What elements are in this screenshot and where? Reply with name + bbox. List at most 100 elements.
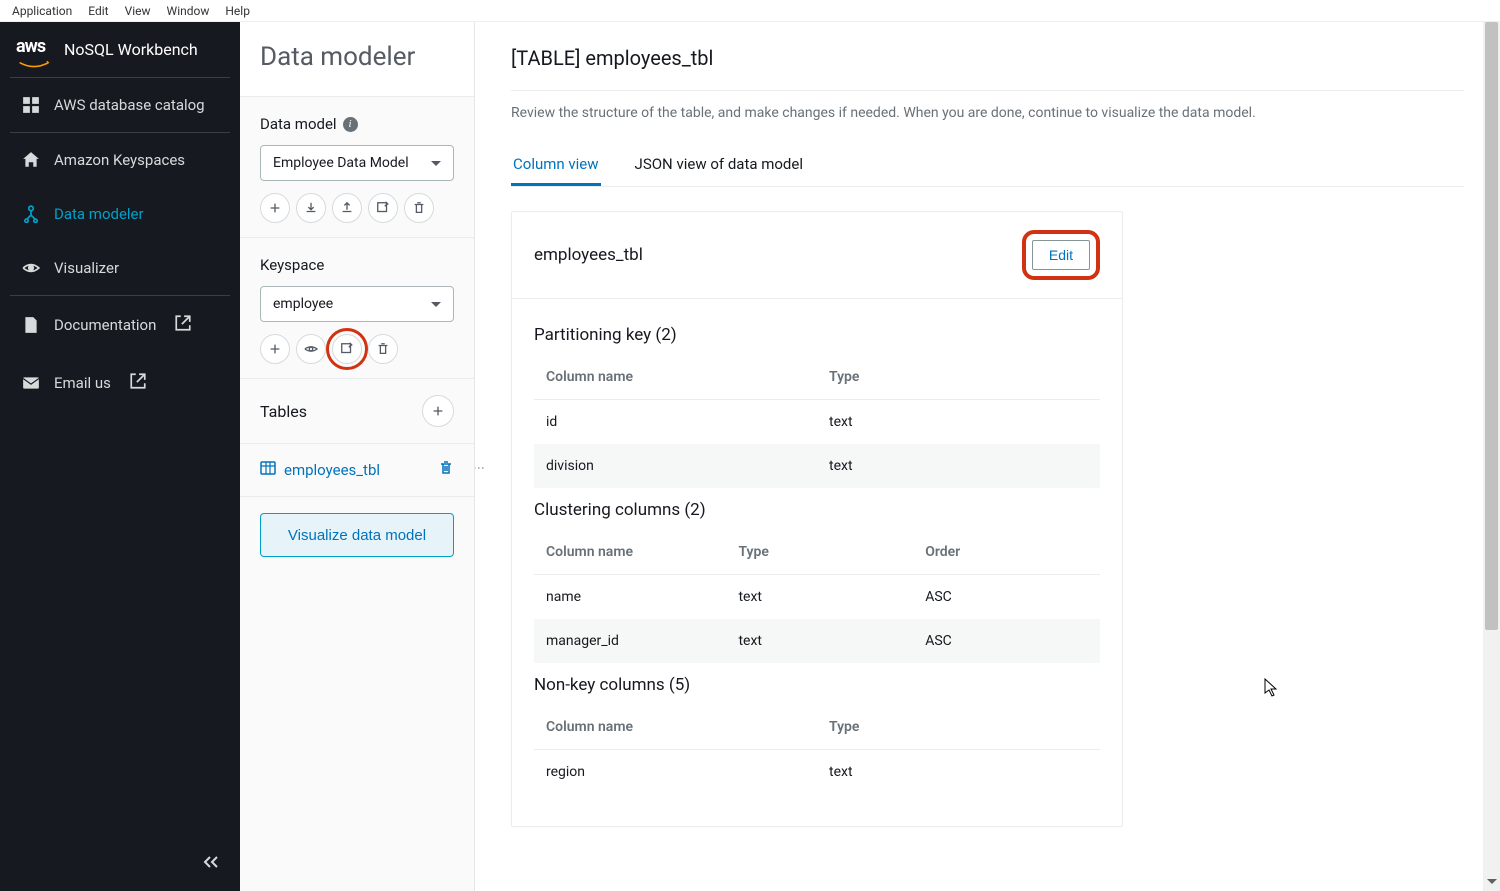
sidenav-item-label: Email us bbox=[54, 374, 111, 392]
scrollbar-thumb[interactable] bbox=[1485, 22, 1498, 630]
cell-order: ASC bbox=[913, 575, 1100, 620]
add-data-model-button[interactable] bbox=[260, 193, 290, 223]
keyspace-section: Keyspace employee bbox=[240, 238, 474, 379]
sidenav-header: aws NoSQL Workbench bbox=[0, 22, 240, 77]
menu-application[interactable]: Application bbox=[4, 4, 80, 18]
clustering-title: Clustering columns (2) bbox=[534, 500, 1100, 520]
delete-data-model-button[interactable] bbox=[404, 193, 434, 223]
external-link-icon bbox=[174, 314, 192, 336]
cell-type: text bbox=[817, 400, 1100, 445]
scrollbar[interactable] bbox=[1483, 22, 1500, 891]
import-data-model-button[interactable] bbox=[296, 193, 326, 223]
sidenav-item-visualizer[interactable]: Visualizer bbox=[0, 241, 240, 295]
cell-name: name bbox=[534, 575, 726, 620]
cell-name: division bbox=[534, 444, 817, 488]
sidenav-item-label: Documentation bbox=[54, 316, 156, 334]
table-row: id text bbox=[534, 400, 1100, 445]
keyspace-value: employee bbox=[273, 296, 333, 312]
sidenav-item-label: AWS database catalog bbox=[54, 96, 205, 114]
view-keyspace-button[interactable] bbox=[296, 334, 326, 364]
sidenav-item-documentation[interactable]: Documentation bbox=[0, 296, 240, 354]
table-row: region text bbox=[534, 750, 1100, 795]
add-keyspace-button[interactable] bbox=[260, 334, 290, 364]
delete-keyspace-button[interactable] bbox=[368, 334, 398, 364]
clustering-table: Column name Type Order name text ASC man… bbox=[534, 530, 1100, 663]
info-icon[interactable]: i bbox=[343, 117, 358, 132]
sidenav-item-label: Visualizer bbox=[54, 259, 119, 277]
th-type: Type bbox=[817, 355, 1100, 400]
mail-icon bbox=[22, 374, 40, 392]
delete-table-button[interactable] bbox=[438, 460, 454, 480]
cell-type: text bbox=[726, 619, 913, 663]
table-name: employees_tbl bbox=[284, 461, 380, 479]
cell-type: text bbox=[726, 575, 913, 620]
cell-name: manager_id bbox=[534, 619, 726, 663]
eye-icon bbox=[22, 259, 40, 277]
edit-table-button[interactable]: Edit bbox=[1032, 240, 1090, 270]
sidenav-item-keyspaces[interactable]: Amazon Keyspaces bbox=[0, 133, 240, 187]
aws-logo: aws bbox=[16, 36, 52, 63]
table-row: name text ASC bbox=[534, 575, 1100, 620]
data-model-label-text: Data model bbox=[260, 115, 337, 133]
table-item-employees[interactable]: employees_tbl bbox=[240, 444, 474, 497]
partition-table: Column name Type id text division text bbox=[534, 355, 1100, 488]
partition-title: Partitioning key (2) bbox=[534, 325, 1100, 345]
sidenav-item-email[interactable]: Email us bbox=[0, 354, 240, 412]
sidenav-item-catalog[interactable]: AWS database catalog bbox=[0, 78, 240, 132]
keyspace-label: Keyspace bbox=[260, 256, 454, 274]
aws-smile-icon bbox=[16, 57, 52, 63]
table-card: employees_tbl Edit Partitioning key (2) … bbox=[511, 211, 1123, 827]
cell-name: region bbox=[534, 750, 817, 795]
edit-data-model-button[interactable] bbox=[368, 193, 398, 223]
home-icon bbox=[22, 151, 40, 169]
menu-window[interactable]: Window bbox=[159, 4, 218, 18]
export-data-model-button[interactable] bbox=[332, 193, 362, 223]
data-model-select[interactable]: Employee Data Model bbox=[260, 145, 454, 181]
menu-help[interactable]: Help bbox=[217, 4, 258, 18]
aws-logo-text: aws bbox=[16, 36, 52, 57]
app-title: NoSQL Workbench bbox=[64, 40, 198, 59]
main-content: ⋮ [TABLE] employees_tbl Review the struc… bbox=[475, 22, 1500, 891]
cell-type: text bbox=[817, 444, 1100, 488]
scroll-down-icon[interactable] bbox=[1487, 879, 1497, 889]
visualize-button[interactable]: Visualize data model bbox=[260, 513, 454, 557]
doc-icon bbox=[22, 316, 40, 334]
data-model-section: Data model i Employee Data Model bbox=[240, 97, 474, 238]
cell-order: ASC bbox=[913, 619, 1100, 663]
nonkey-title: Non-key columns (5) bbox=[534, 675, 1100, 695]
table-icon bbox=[260, 460, 276, 480]
th-column-name: Column name bbox=[534, 705, 817, 750]
tab-json-view[interactable]: JSON view of data model bbox=[633, 145, 805, 186]
edit-button-highlight: Edit bbox=[1022, 230, 1100, 280]
menubar[interactable]: Application Edit View Window Help bbox=[0, 0, 1500, 22]
modeler-panel: Data modeler Data model i Employee Data … bbox=[240, 22, 475, 891]
edit-keyspace-highlight bbox=[332, 334, 362, 364]
grid-icon bbox=[22, 96, 40, 114]
tables-label: Tables bbox=[260, 402, 307, 421]
th-order: Order bbox=[913, 530, 1100, 575]
sidenav-item-data-modeler[interactable]: Data modeler bbox=[0, 187, 240, 241]
th-type: Type bbox=[817, 705, 1100, 750]
view-tabs: Column view JSON view of data model bbox=[511, 145, 1464, 187]
external-link-icon bbox=[129, 372, 147, 394]
th-column-name: Column name bbox=[534, 355, 817, 400]
keyspace-select[interactable]: employee bbox=[260, 286, 454, 322]
edit-keyspace-button[interactable] bbox=[332, 334, 362, 364]
sidenav: aws NoSQL Workbench AWS database catalog… bbox=[0, 22, 240, 891]
sidenav-item-label: Data modeler bbox=[54, 205, 144, 223]
data-model-value: Employee Data Model bbox=[273, 155, 409, 171]
nonkey-table: Column name Type region text bbox=[534, 705, 1100, 794]
menu-edit[interactable]: Edit bbox=[80, 4, 116, 18]
cell-name: id bbox=[534, 400, 817, 445]
tables-header: Tables bbox=[240, 379, 474, 444]
th-type: Type bbox=[726, 530, 913, 575]
collapse-sidebar-icon[interactable] bbox=[202, 855, 220, 873]
page-title: [TABLE] employees_tbl bbox=[511, 46, 1464, 70]
page-subtitle: Review the structure of the table, and m… bbox=[511, 105, 1464, 121]
tab-column-view[interactable]: Column view bbox=[511, 145, 601, 186]
menu-view[interactable]: View bbox=[117, 4, 159, 18]
resize-handle-icon[interactable]: ⋮ bbox=[475, 462, 486, 472]
th-column-name: Column name bbox=[534, 530, 726, 575]
table-row: manager_id text ASC bbox=[534, 619, 1100, 663]
add-table-button[interactable] bbox=[422, 395, 454, 427]
